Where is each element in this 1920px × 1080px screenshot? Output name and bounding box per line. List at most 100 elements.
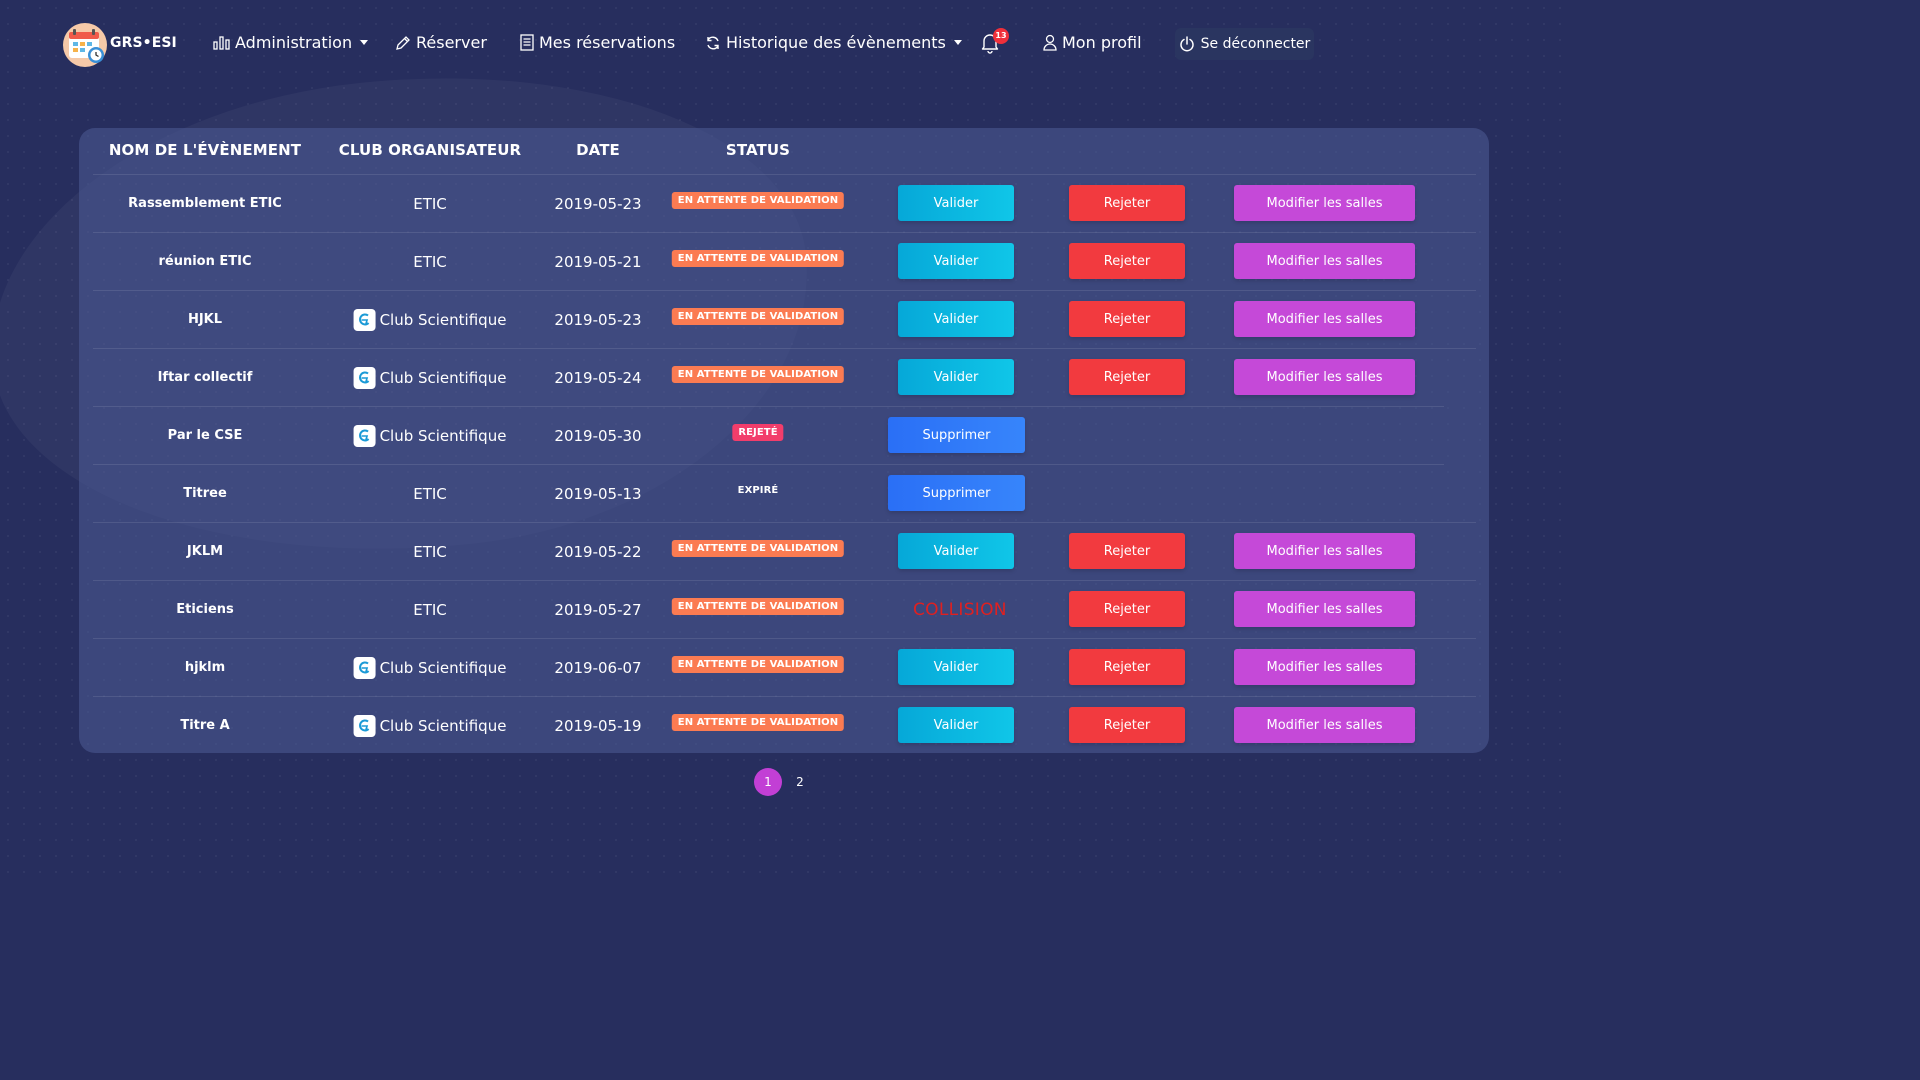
status-badge: EN ATTENTE DE VALIDATION xyxy=(671,540,845,557)
top-navbar: GRS•ESI Administration Réserver Mes rése… xyxy=(0,0,1568,88)
status-badge: REJETÉ xyxy=(732,424,784,441)
event-name: Titree xyxy=(183,486,227,501)
club-organizer: ETIC xyxy=(413,581,447,638)
validate-button[interactable]: Valider xyxy=(898,185,1014,221)
club-organizer: Club Scientifique xyxy=(353,291,506,348)
event-date: 2019-05-19 xyxy=(554,716,642,735)
event-date: 2019-05-23 xyxy=(554,194,642,213)
chevron-down-icon xyxy=(953,40,962,45)
event-date: 2019-05-23 xyxy=(554,310,642,329)
club-organizer: Club Scientifique xyxy=(353,697,507,754)
logout-button[interactable]: Se déconnecter xyxy=(1175,28,1314,60)
status-cell: EN ATTENTE DE VALIDATION xyxy=(671,233,845,290)
modify-rooms-button[interactable]: Modifier les salles xyxy=(1234,301,1415,337)
column-header-event-name: NOM DE L'ÉVÈNEMENT xyxy=(108,141,302,159)
nav-history[interactable]: Historique des évènements xyxy=(705,33,962,52)
event-name: Rassemblement ETIC xyxy=(128,196,282,211)
column-header-date: DATE xyxy=(576,141,620,159)
validate-button[interactable]: Valider xyxy=(898,301,1014,337)
brand-name[interactable]: GRS•ESI xyxy=(110,35,177,51)
event-date: 2019-06-07 xyxy=(554,658,642,677)
event-name: Eticiens xyxy=(176,602,234,617)
event-name: réunion ETIC xyxy=(158,254,252,269)
nav-administration[interactable]: Administration xyxy=(213,33,369,52)
club-name: Club Scientifique xyxy=(379,716,507,735)
notifications-button[interactable]: 13 xyxy=(980,28,1010,58)
validate-button[interactable]: Valider xyxy=(898,243,1014,279)
modify-rooms-button[interactable]: Modifier les salles xyxy=(1234,591,1415,627)
reject-button[interactable]: Rejeter xyxy=(1069,533,1185,569)
reject-button[interactable]: Rejeter xyxy=(1069,591,1185,627)
status-cell: REJETÉ xyxy=(732,407,784,464)
validate-button[interactable]: Valider xyxy=(898,359,1014,395)
table-row: Eticiens ETIC 2019-05-27 EN ATTENTE DE VALI… xyxy=(93,580,1476,638)
status-badge: EN ATTENTE DE VALIDATION xyxy=(671,366,845,383)
reject-button[interactable]: Rejeter xyxy=(1069,707,1185,743)
reject-button[interactable]: Rejeter xyxy=(1069,185,1185,221)
table-row: Iftar collectif Club Scientifique 2019-05-… xyxy=(93,348,1476,406)
status-badge: EN ATTENTE DE VALIDATION xyxy=(671,714,845,731)
nav-my-reservations[interactable]: Mes réservations xyxy=(520,33,675,52)
club-name: ETIC xyxy=(413,484,447,503)
status-cell: EXPIRÉ xyxy=(732,465,785,522)
nav-reserve[interactable]: Réserver xyxy=(395,33,487,52)
club-name: Club Scientifique xyxy=(379,426,507,445)
club-organizer: ETIC xyxy=(413,523,447,580)
status-badge: EXPIRÉ xyxy=(737,485,779,496)
club-organizer: ETIC xyxy=(413,465,447,522)
nav-profile[interactable]: Mon profil xyxy=(1043,33,1142,52)
event-name: Iftar collectif xyxy=(157,370,253,385)
status-badge: EN ATTENTE DE VALIDATION xyxy=(671,656,845,673)
modify-rooms-button[interactable]: Modifier les salles xyxy=(1234,359,1415,395)
modify-rooms-button[interactable]: Modifier les salles xyxy=(1234,243,1415,279)
user-icon xyxy=(1043,34,1057,51)
validate-button[interactable]: Valider xyxy=(898,707,1014,743)
status-badge: EN ATTENTE DE VALIDATION xyxy=(671,598,845,615)
event-date: 2019-05-13 xyxy=(554,484,642,503)
club-organizer: ETIC xyxy=(413,175,447,232)
validate-button[interactable]: Valider xyxy=(898,649,1014,685)
modify-rooms-button[interactable]: Modifier les salles xyxy=(1234,533,1415,569)
nav-history-label: Historique des évènements xyxy=(726,33,946,52)
status-badge: EN ATTENTE DE VALIDATION xyxy=(671,192,845,209)
status-cell: EN ATTENTE DE VALIDATION xyxy=(671,291,845,348)
power-icon xyxy=(1179,36,1194,52)
club-logo-icon xyxy=(353,714,376,737)
nav-my-reservations-label: Mes réservations xyxy=(539,33,676,52)
calendar-clock-icon[interactable] xyxy=(62,22,108,68)
reject-button[interactable]: Rejeter xyxy=(1069,301,1185,337)
delete-button[interactable]: Supprimer xyxy=(888,417,1025,453)
event-name: HJKL xyxy=(187,312,223,327)
event-date: 2019-05-21 xyxy=(554,252,642,271)
club-organizer: ETIC xyxy=(413,233,447,290)
reject-button[interactable]: Rejeter xyxy=(1069,649,1185,685)
club-name: Club Scientifique xyxy=(379,368,507,387)
club-organizer: Club Scientifique xyxy=(353,349,507,406)
club-name: ETIC xyxy=(413,542,447,561)
reject-button[interactable]: Rejeter xyxy=(1069,243,1185,279)
page-2-button[interactable]: 2 xyxy=(786,768,814,796)
collision-label: COLLISION xyxy=(913,599,1007,620)
status-cell: EN ATTENTE DE VALIDATION xyxy=(671,697,845,754)
reject-button[interactable]: Rejeter xyxy=(1069,359,1185,395)
bar-chart-icon xyxy=(213,36,230,50)
table-row: Titre A Club Scientifique 2019-05-19 EN ATT… xyxy=(93,696,1476,754)
column-header-status: STATUS xyxy=(725,141,791,159)
modify-rooms-button[interactable]: Modifier les salles xyxy=(1234,649,1415,685)
club-organizer: Club Scientifique xyxy=(353,407,507,464)
validate-button[interactable]: Valider xyxy=(898,533,1014,569)
event-name: JKLM xyxy=(186,544,224,559)
table-row: hjklm Club Scientifique 2019-06-07 EN ATTEN… xyxy=(93,638,1476,696)
delete-button[interactable]: Supprimer xyxy=(888,475,1025,511)
refresh-icon xyxy=(707,36,719,49)
club-name: ETIC xyxy=(413,194,447,213)
event-date: 2019-05-22 xyxy=(554,542,642,561)
club-logo-icon xyxy=(353,366,376,389)
event-name: Titre A xyxy=(180,718,230,733)
modify-rooms-button[interactable]: Modifier les salles xyxy=(1234,185,1415,221)
chevron-down-icon xyxy=(360,40,369,45)
modify-rooms-button[interactable]: Modifier les salles xyxy=(1234,707,1415,743)
club-organizer: Club Scientifique xyxy=(353,639,506,696)
nav-administration-label: Administration xyxy=(235,33,353,52)
page-1-button[interactable]: 1 xyxy=(754,768,782,796)
